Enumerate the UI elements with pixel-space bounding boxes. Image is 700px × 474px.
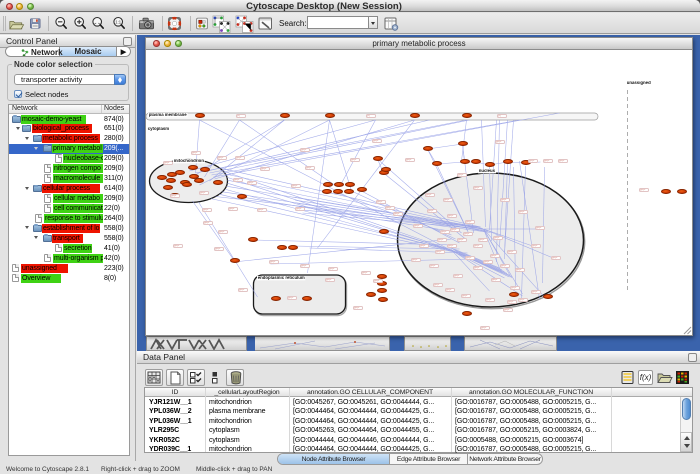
svg-text:1:1: 1:1 bbox=[115, 20, 121, 25]
